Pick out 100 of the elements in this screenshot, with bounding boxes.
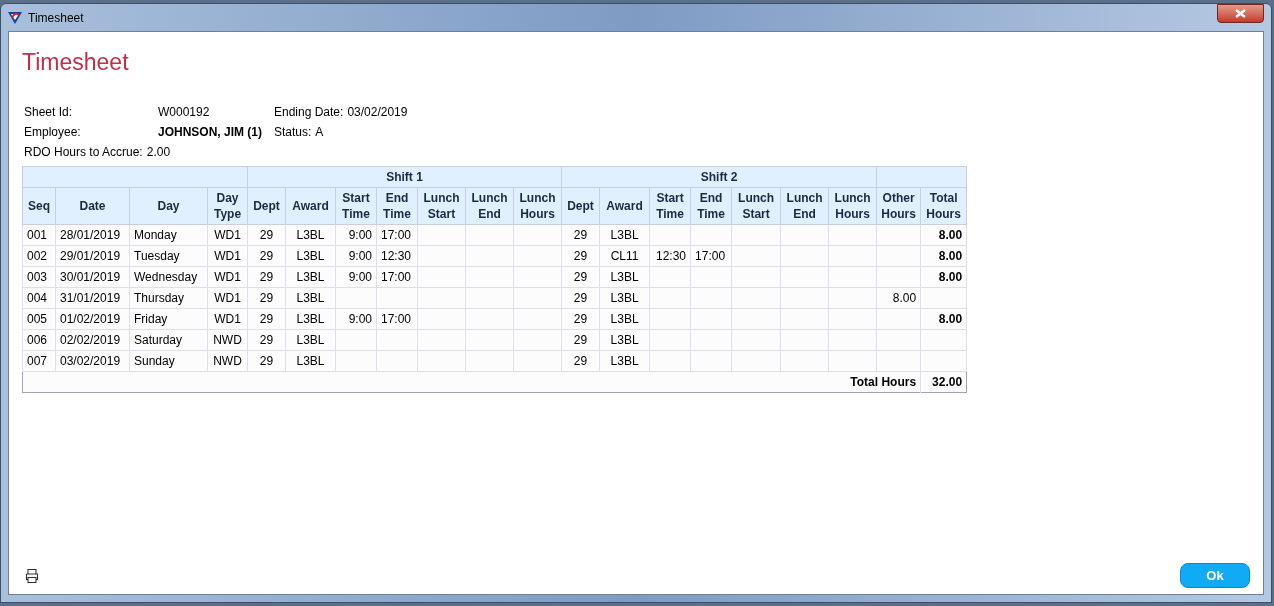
table-cell: 29/01/2019 bbox=[55, 245, 130, 266]
column-header: Total Hours bbox=[920, 187, 967, 224]
table-cell: 8.00 bbox=[920, 266, 967, 287]
column-group-header: Shift 1 bbox=[247, 166, 562, 187]
table-cell: 004 bbox=[22, 287, 56, 308]
table-cell: 30/01/2019 bbox=[55, 266, 130, 287]
table-cell: Monday bbox=[129, 224, 208, 245]
table-cell: L3BL bbox=[285, 224, 336, 245]
print-icon[interactable] bbox=[24, 567, 40, 584]
table-cell: L3BL bbox=[599, 287, 650, 308]
table-cell: 12:30 bbox=[376, 245, 418, 266]
table-cell: NWD bbox=[207, 329, 248, 350]
table-cell: 01/02/2019 bbox=[55, 308, 130, 329]
field-label: Employee: bbox=[24, 123, 82, 141]
table-cell: 001 bbox=[22, 224, 56, 245]
table-cell: 9:00 bbox=[335, 266, 377, 287]
close-icon bbox=[1235, 9, 1246, 18]
column-header: Start Time bbox=[649, 187, 691, 224]
table-cell: 29 bbox=[247, 308, 286, 329]
table-cell: 8.00 bbox=[876, 287, 921, 308]
table-cell: 29 bbox=[247, 350, 286, 371]
field-value: W000192 bbox=[158, 103, 211, 121]
table-cell: 29 bbox=[561, 329, 600, 350]
table-cell: CL11 bbox=[599, 245, 650, 266]
table-cell: L3BL bbox=[599, 266, 650, 287]
table-cell: 17:00 bbox=[376, 224, 418, 245]
total-label-cell: Total Hours bbox=[22, 371, 921, 392]
field-label: Status: bbox=[274, 123, 312, 141]
column-header: Day Type bbox=[207, 187, 248, 224]
table-cell: 03/02/2019 bbox=[55, 350, 130, 371]
table-cell: L3BL bbox=[599, 224, 650, 245]
table-cell: WD1 bbox=[207, 266, 248, 287]
window-title: Timesheet bbox=[28, 9, 84, 27]
table-cell: 29 bbox=[247, 329, 286, 350]
table-cell: 17:00 bbox=[376, 308, 418, 329]
table-cell: L3BL bbox=[599, 308, 650, 329]
table-cell: L3BL bbox=[285, 266, 336, 287]
table-cell: L3BL bbox=[285, 245, 336, 266]
column-header: Lunch Start bbox=[417, 187, 466, 224]
table-cell: L3BL bbox=[285, 329, 336, 350]
table-cell: Friday bbox=[129, 308, 208, 329]
table-cell: L3BL bbox=[285, 308, 336, 329]
column-header: End Time bbox=[690, 187, 732, 224]
table-cell: 31/01/2019 bbox=[55, 287, 130, 308]
table-cell: 8.00 bbox=[920, 224, 967, 245]
column-header: Start Time bbox=[335, 187, 377, 224]
table-cell: L3BL bbox=[599, 329, 650, 350]
table-cell: WD1 bbox=[207, 308, 248, 329]
field-label: RDO Hours to Accrue: bbox=[24, 143, 143, 161]
column-header: Lunch Hours bbox=[513, 187, 562, 224]
field-value: 2.00 bbox=[146, 143, 171, 161]
table-cell: 8.00 bbox=[920, 308, 967, 329]
table-cell: L3BL bbox=[599, 350, 650, 371]
field-label: Ending Date: bbox=[274, 103, 344, 121]
table-cell: 003 bbox=[22, 266, 56, 287]
table-cell: 29 bbox=[561, 350, 600, 371]
column-header: Award bbox=[285, 187, 336, 224]
table-cell: 29 bbox=[247, 287, 286, 308]
column-header: Dept bbox=[561, 187, 600, 224]
table-cell: 02/02/2019 bbox=[55, 329, 130, 350]
table-cell: 29 bbox=[247, 245, 286, 266]
field-value: JOHNSON, JIM (1) bbox=[158, 123, 263, 141]
column-header: Seq bbox=[22, 187, 56, 224]
table-cell: NWD bbox=[207, 350, 248, 371]
table-cell: Sunday bbox=[129, 350, 208, 371]
field-label: Sheet Id: bbox=[24, 103, 74, 121]
table-cell: 17:00 bbox=[376, 266, 418, 287]
column-header: End Time bbox=[376, 187, 418, 224]
table-cell: WD1 bbox=[207, 245, 248, 266]
field-value: A bbox=[315, 123, 324, 141]
table-cell: 29 bbox=[561, 245, 600, 266]
column-header: Lunch Hours bbox=[828, 187, 877, 224]
table-cell: 29 bbox=[247, 224, 286, 245]
field-value: 03/02/2019 bbox=[347, 103, 408, 121]
table-cell: Wednesday bbox=[129, 266, 208, 287]
page-heading: Timesheet bbox=[22, 48, 130, 77]
table-cell: 29 bbox=[247, 266, 286, 287]
table-cell: 12:30 bbox=[649, 245, 691, 266]
close-button[interactable] bbox=[1217, 4, 1264, 23]
column-header: Other Hours bbox=[876, 187, 921, 224]
table-cell: 29 bbox=[561, 308, 600, 329]
table-cell: 006 bbox=[22, 329, 56, 350]
column-header: Lunch End bbox=[465, 187, 514, 224]
table-cell: 29 bbox=[561, 224, 600, 245]
table-cell: 17:00 bbox=[690, 245, 732, 266]
table-cell: 28/01/2019 bbox=[55, 224, 130, 245]
table-cell: 9:00 bbox=[335, 308, 377, 329]
app-logo-icon bbox=[8, 10, 22, 25]
table-cell: 9:00 bbox=[335, 245, 377, 266]
column-header: Dept bbox=[247, 187, 286, 224]
table-cell: 29 bbox=[561, 287, 600, 308]
column-header: Award bbox=[599, 187, 650, 224]
table-cell: 002 bbox=[22, 245, 56, 266]
table-cell: 9:00 bbox=[335, 224, 377, 245]
column-header: Lunch Start bbox=[731, 187, 781, 224]
table-cell: L3BL bbox=[285, 287, 336, 308]
column-group-header: Shift 2 bbox=[561, 166, 877, 187]
ok-button[interactable]: Ok bbox=[1180, 563, 1250, 588]
table-cell: 8.00 bbox=[920, 245, 967, 266]
table-cell: 29 bbox=[561, 266, 600, 287]
